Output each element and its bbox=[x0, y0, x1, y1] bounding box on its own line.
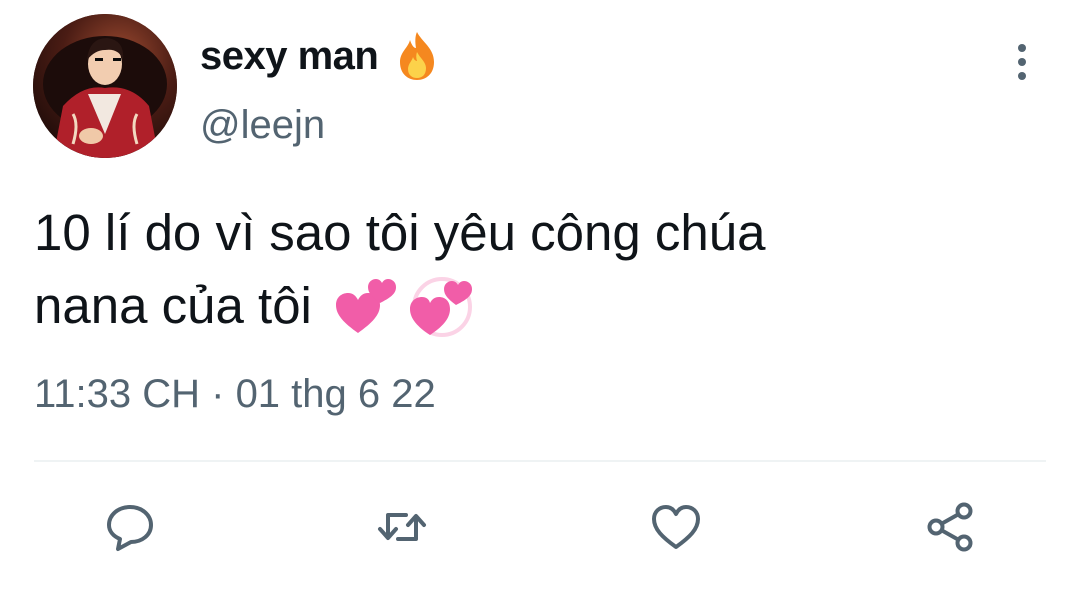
two-hearts-emoji-icon bbox=[335, 279, 396, 333]
tweet-text-line-1: 10 lí do vì sao tôi yêu công chúa bbox=[34, 204, 766, 261]
revolving-hearts-emoji-icon bbox=[409, 277, 472, 337]
heart-icon bbox=[652, 505, 700, 549]
timestamp[interactable]: 11:33 CH · 01 thg 6 22 bbox=[34, 372, 436, 417]
author-handle[interactable]: @leejn bbox=[200, 103, 325, 148]
more-options-button[interactable] bbox=[1004, 40, 1040, 84]
avatar[interactable] bbox=[33, 14, 177, 158]
tweet-text: 10 lí do vì sao tôi yêu công chúa nana c… bbox=[34, 196, 994, 342]
more-icon-dot bbox=[1018, 58, 1026, 66]
share-button[interactable] bbox=[920, 497, 980, 557]
display-name[interactable]: sexy man bbox=[200, 34, 379, 79]
reply-icon bbox=[107, 505, 153, 551]
share-icon bbox=[927, 502, 973, 552]
like-button[interactable] bbox=[646, 497, 706, 557]
action-bar bbox=[0, 497, 1080, 557]
tweet-text-line-2-text: nana của tôi bbox=[34, 277, 312, 334]
fire-emoji-icon bbox=[400, 32, 435, 80]
avatar-image bbox=[33, 14, 177, 158]
tweet-text-line-2: nana của tôi bbox=[34, 269, 994, 342]
divider bbox=[34, 460, 1046, 462]
more-icon-dot bbox=[1018, 72, 1026, 80]
retweet-icon bbox=[378, 513, 426, 541]
more-icon-dot bbox=[1018, 44, 1026, 52]
author-name-row[interactable]: sexy man bbox=[200, 28, 440, 84]
retweet-button[interactable] bbox=[372, 497, 432, 557]
reply-button[interactable] bbox=[100, 497, 160, 557]
